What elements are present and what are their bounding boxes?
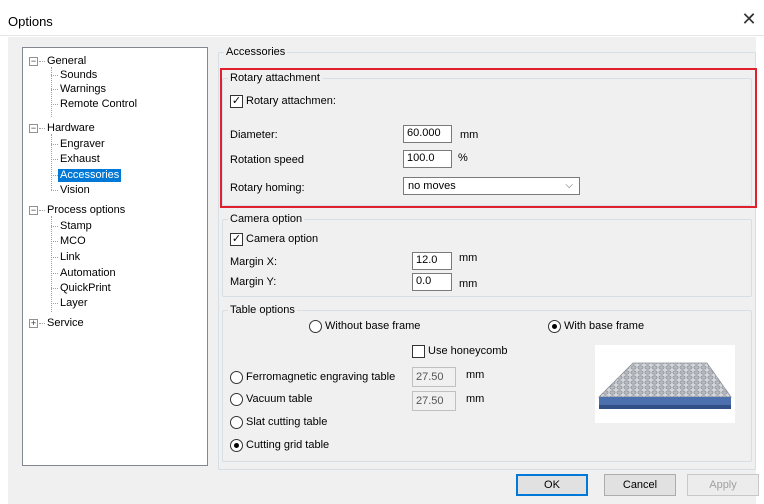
tree-item-layer[interactable]: Layer	[58, 297, 90, 310]
use-honeycomb-checkbox[interactable]	[412, 345, 425, 358]
tree-item-process-options[interactable]: Process options	[45, 204, 127, 217]
tree-item-service[interactable]: Service	[45, 317, 86, 330]
tree-item-hardware[interactable]: Hardware	[45, 122, 97, 135]
cutting-grid-table-label: Cutting grid table	[246, 439, 330, 451]
diameter-input[interactable]: 60.000	[403, 125, 452, 143]
slat-cutting-table-radio[interactable]	[230, 416, 243, 429]
table-options-legend: Table options	[228, 304, 297, 317]
camera-group	[222, 219, 752, 297]
use-honeycomb-label: Use honeycomb	[428, 345, 508, 357]
honeycomb-table-image	[595, 345, 735, 423]
tree-item-vision[interactable]: Vision	[58, 184, 92, 197]
margin-x-unit: mm	[459, 252, 478, 264]
tree-item-accessories[interactable]: Accessories	[58, 169, 122, 182]
ok-button[interactable]: OK	[516, 474, 588, 496]
margin-x-input[interactable]: 12.0	[412, 252, 452, 270]
slat-cutting-table-label: Slat cutting table	[246, 416, 328, 428]
with-base-frame-label: With base frame	[564, 320, 645, 332]
tree-item-engraver[interactable]: Engraver	[58, 138, 107, 151]
rotation-speed-unit: %	[458, 152, 468, 164]
ferromagnetic-unit: mm	[466, 369, 485, 381]
expander-icon-general[interactable]: −	[29, 57, 38, 66]
tree-item-stamp[interactable]: Stamp	[58, 220, 94, 233]
window-left-edge	[0, 36, 8, 504]
vacuum-unit: mm	[466, 393, 485, 405]
camera-option-checkbox[interactable]: ✓	[230, 233, 243, 246]
tree-item-quickprint[interactable]: QuickPrint	[58, 282, 113, 295]
chevron-down-icon: ⌵	[565, 180, 573, 191]
tree-item-link[interactable]: Link	[58, 251, 82, 264]
expander-icon-process-options[interactable]: −	[29, 206, 38, 215]
close-icon[interactable]: ✕	[740, 10, 758, 28]
diameter-label: Diameter:	[230, 129, 278, 141]
apply-button[interactable]: Apply	[687, 474, 759, 496]
rotary-homing-value: no moves	[408, 180, 456, 192]
options-tree[interactable]: − General Sounds Warnings Remote Control…	[22, 47, 208, 466]
rotation-speed-label: Rotation speed	[230, 154, 304, 166]
without-base-frame-radio[interactable]	[309, 320, 322, 333]
expander-icon-hardware[interactable]: −	[29, 124, 38, 133]
vacuum-table-label: Vacuum table	[246, 393, 313, 405]
ferromagnetic-table-radio[interactable]	[230, 371, 243, 384]
title-bar: Options ✕	[0, 0, 764, 36]
tree-item-automation[interactable]: Automation	[58, 267, 118, 280]
rotary-homing-select[interactable]: no moves ⌵	[403, 177, 580, 195]
tree-item-sounds[interactable]: Sounds	[58, 69, 99, 82]
ferromagnetic-height-input[interactable]: 27.50	[412, 367, 456, 387]
rotation-speed-input[interactable]: 100.0	[403, 150, 452, 168]
expander-icon-service[interactable]: +	[29, 319, 38, 328]
honeycomb-table-icon	[598, 362, 732, 409]
margin-y-unit: mm	[459, 278, 478, 290]
tree-item-remote-control[interactable]: Remote Control	[58, 98, 139, 111]
cutting-grid-table-radio[interactable]	[230, 439, 243, 452]
camera-legend: Camera option	[228, 213, 305, 226]
diameter-unit: mm	[460, 129, 479, 141]
rotary-attachment-label: Rotary attachmen:	[246, 95, 336, 107]
vacuum-table-radio[interactable]	[230, 393, 243, 406]
margin-y-label: Margin Y:	[230, 276, 277, 288]
rotary-homing-label: Rotary homing:	[230, 182, 305, 194]
rotary-attachment-checkbox[interactable]: ✓	[230, 95, 243, 108]
camera-option-label: Camera option	[246, 233, 319, 245]
vacuum-height-input[interactable]: 27.50	[412, 391, 456, 411]
window-title: Options	[8, 14, 53, 29]
with-base-frame-radio[interactable]	[548, 320, 561, 333]
accessories-legend: Accessories	[224, 46, 288, 59]
tree-item-warnings[interactable]: Warnings	[58, 83, 108, 96]
margin-y-input[interactable]: 0.0	[412, 273, 452, 291]
tree-item-exhaust[interactable]: Exhaust	[58, 153, 102, 166]
without-base-frame-label: Without base frame	[325, 320, 421, 332]
margin-x-label: Margin X:	[230, 256, 278, 268]
tree-item-mco[interactable]: MCO	[58, 235, 88, 248]
cancel-button[interactable]: Cancel	[604, 474, 676, 496]
ferromagnetic-table-label: Ferromagnetic engraving table	[246, 371, 396, 383]
